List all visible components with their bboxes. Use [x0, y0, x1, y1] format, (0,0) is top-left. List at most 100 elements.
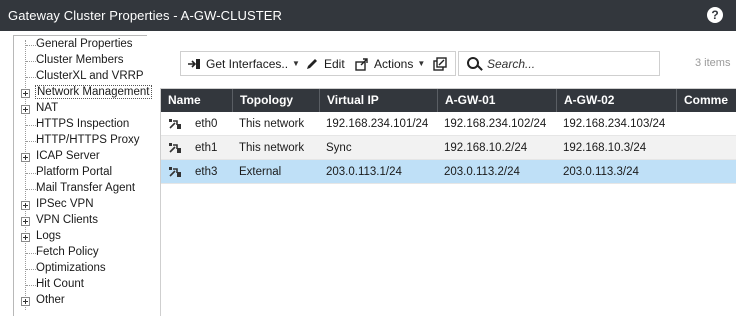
cell-a-gw-01: 192.168.234.102/24 — [444, 118, 547, 130]
tree-item[interactable]: Cluster Members — [14, 53, 148, 69]
search-input[interactable] — [487, 55, 652, 72]
tree-item[interactable]: HTTP/HTTPS Proxy — [14, 133, 148, 149]
tree-connector — [26, 77, 36, 78]
get-interfaces-icon — [187, 57, 201, 71]
detach-window-icon — [433, 56, 447, 71]
chevron-down-icon: ▼ — [417, 59, 426, 68]
edit-button[interactable]: Edit — [305, 52, 345, 75]
tree-item[interactable]: Optimizations — [14, 261, 148, 277]
cell-comments — [677, 136, 736, 160]
get-interfaces-label: Get Interfaces.. — [206, 56, 289, 71]
tree-item-label: Hit Count — [36, 278, 84, 290]
tree-item[interactable]: ICAP Server — [14, 149, 148, 165]
tree-connector — [26, 173, 36, 174]
tree-item[interactable]: General Properties — [14, 37, 148, 53]
expand-plus-icon[interactable] — [21, 233, 30, 242]
cell-topology: This network — [239, 118, 305, 130]
cell-name: eth1 — [195, 142, 218, 154]
column-header-comments[interactable]: Comme — [677, 89, 736, 112]
tree-item[interactable]: NAT — [14, 101, 148, 117]
navigation-tree: General Properties Cluster Members Cluster… — [13, 35, 152, 316]
tree-item-label: Cluster Members — [36, 54, 124, 66]
tree-item[interactable]: HTTPS Inspection — [14, 117, 148, 133]
cell-a-gw-01: 203.0.113.2/24 — [444, 166, 520, 178]
edit-label: Edit — [324, 56, 345, 71]
items-count: 3 items — [695, 57, 731, 69]
cell-name: eth0 — [195, 118, 218, 130]
tree-item-label: ClusterXL and VRRP — [36, 70, 144, 82]
column-header-a-gw-02[interactable]: A-GW-02 — [557, 89, 677, 112]
tree-item-label: ICAP Server — [36, 150, 100, 162]
expand-plus-icon[interactable] — [21, 153, 30, 162]
tree-item[interactable]: Platform Portal — [14, 165, 148, 181]
tree-item[interactable]: IPSec VPN — [14, 197, 148, 213]
interface-icon — [169, 119, 181, 129]
cell-virtual-ip: 203.0.113.1/24 — [326, 166, 402, 178]
tree-item-label: Platform Portal — [36, 166, 113, 178]
cell-topology: This network — [239, 142, 305, 154]
get-interfaces-button[interactable]: Get Interfaces.. ▼ — [187, 52, 300, 75]
expand-plus-icon[interactable] — [21, 201, 30, 210]
cell-a-gw-01: 192.168.10.2/24 — [444, 142, 528, 154]
tree-item[interactable]: ClusterXL and VRRP — [14, 69, 148, 85]
cell-a-gw-02: 203.0.113.3/24 — [563, 166, 639, 178]
tree-item-label: Logs — [36, 230, 61, 242]
pencil-icon — [305, 57, 319, 71]
window-titlebar: Gateway Cluster Properties - A-GW-CLUSTE… — [0, 0, 736, 31]
cell-comments — [677, 112, 736, 136]
tree-item-label: Fetch Policy — [36, 246, 99, 258]
chevron-down-icon: ▼ — [292, 59, 300, 68]
tree-item[interactable]: Mail Transfer Agent — [14, 181, 148, 197]
tree-item-label: General Properties — [36, 38, 133, 50]
tree-connector — [26, 45, 36, 46]
tree-connector — [26, 285, 36, 286]
table-toolbar: Get Interfaces.. ▼ Edit Actions ▼ — [180, 51, 456, 76]
tree-connector — [26, 61, 36, 62]
cell-a-gw-02: 192.168.10.3/24 — [563, 142, 647, 154]
interfaces-table: Name Topology Virtual IP A-GW-01 A-GW-02… — [160, 88, 736, 316]
tree-item-label: NAT — [36, 102, 59, 114]
table-row[interactable]: eth3 External 203.0.113.1/24 203.0.113.2/24… — [161, 160, 736, 184]
column-header-a-gw-01[interactable]: A-GW-01 — [438, 89, 557, 112]
tree-item[interactable]: VPN Clients — [14, 213, 148, 229]
cell-name: eth3 — [195, 166, 218, 178]
cell-virtual-ip: 192.168.234.101/24 — [326, 118, 429, 130]
detach-window-button[interactable] — [433, 52, 452, 75]
tree-item[interactable]: Hit Count — [14, 277, 148, 293]
tree-item-label: HTTP/HTTPS Proxy — [36, 134, 140, 146]
window-title: Gateway Cluster Properties - A-GW-CLUSTE… — [8, 8, 283, 23]
tree-connector — [26, 269, 36, 270]
help-icon[interactable]: ? — [707, 7, 723, 23]
tree-item-label: IPSec VPN — [36, 198, 94, 210]
tree-connector — [26, 141, 36, 142]
search-box — [458, 51, 660, 76]
expand-plus-icon[interactable] — [21, 217, 30, 226]
table-row[interactable]: eth0 This network 192.168.234.101/24 192.16… — [161, 112, 736, 136]
column-header-name[interactable]: Name — [161, 89, 233, 112]
expand-plus-icon[interactable] — [21, 105, 30, 114]
tree-item-label: Optimizations — [36, 262, 106, 274]
cell-a-gw-02: 192.168.234.103/24 — [563, 118, 666, 130]
tree-connector — [26, 253, 36, 254]
tree-item-label: Mail Transfer Agent — [36, 182, 136, 194]
expand-plus-icon[interactable] — [21, 89, 30, 98]
interface-icon — [169, 167, 181, 177]
tree-item[interactable]: Logs — [14, 229, 148, 245]
actions-label: Actions — [374, 56, 414, 71]
cell-virtual-ip: Sync — [326, 142, 352, 154]
table-row[interactable]: eth1 This network Sync 192.168.10.2/24 192.1… — [161, 136, 736, 160]
expand-plus-icon[interactable] — [21, 297, 30, 306]
tree-item-label: Network Management — [35, 85, 152, 99]
tree-connector — [26, 125, 36, 126]
actions-button[interactable]: Actions ▼ — [355, 52, 425, 75]
actions-icon — [355, 57, 369, 71]
tree-item-label: Other — [36, 294, 65, 306]
tree-item-label: HTTPS Inspection — [36, 118, 130, 130]
tree-item[interactable]: Fetch Policy — [14, 245, 148, 261]
column-header-virtual-ip[interactable]: Virtual IP — [320, 89, 438, 112]
column-header-topology[interactable]: Topology — [233, 89, 320, 112]
tree-item[interactable]: Other — [14, 293, 148, 309]
search-icon-handle — [477, 65, 483, 71]
tree-item[interactable]: Network Management — [14, 85, 152, 101]
table-header: Name Topology Virtual IP A-GW-01 A-GW-02… — [161, 89, 736, 112]
